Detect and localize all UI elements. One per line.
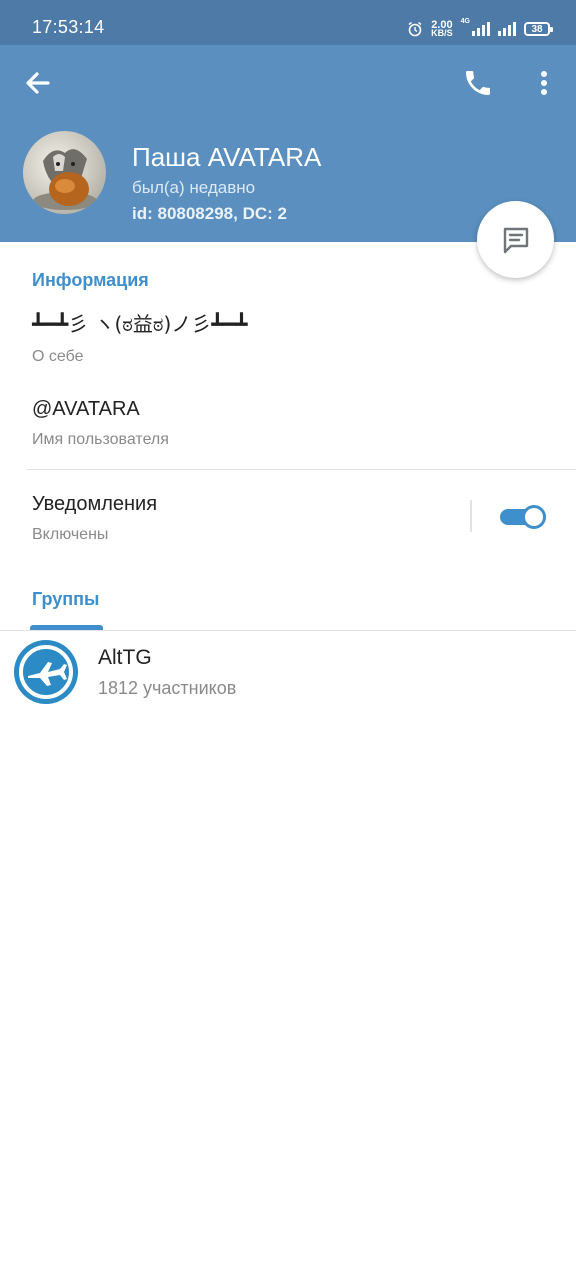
profile-name: Паша AVATARA: [132, 142, 322, 172]
signal-icon: [472, 22, 490, 36]
more-options-button[interactable]: [530, 67, 558, 99]
username-label: Имя пользователя: [32, 431, 169, 448]
more-vertical-icon: [541, 71, 547, 95]
notifications-state: Включены: [32, 526, 109, 543]
battery-level: 38: [531, 23, 543, 35]
send-message-button[interactable]: [477, 201, 554, 278]
list-item[interactable]: AltTG 1812 участников: [0, 631, 576, 713]
group-members-count: 1812 участников: [98, 678, 237, 698]
toggle-divider: [470, 500, 472, 532]
profile-avatar[interactable]: [23, 131, 106, 214]
user-id: id: 80808298, DC: 2: [132, 204, 287, 223]
status-time: 17:53:14: [32, 17, 105, 37]
group-avatar: [14, 640, 78, 704]
phone-icon: [466, 71, 490, 95]
status-bar: 17:53:14 2.00 KB/S 4G 38: [0, 0, 576, 45]
bio-text[interactable]: ┻━┻彡 ヽ(ಠ益ಠ)ノ彡┻━┻: [32, 308, 247, 337]
back-button[interactable]: [22, 67, 54, 99]
alarm-icon: [408, 21, 422, 37]
last-seen-status: был(а) недавно: [132, 178, 256, 197]
tab-groups[interactable]: Группы: [32, 589, 99, 610]
bio-label: О себе: [32, 348, 84, 365]
message-icon: [503, 227, 528, 253]
info-section-title: Информация: [32, 270, 149, 290]
avatar-image: [33, 149, 97, 210]
notifications-title[interactable]: Уведомления: [32, 493, 157, 516]
call-button[interactable]: [462, 67, 494, 99]
divider: [27, 469, 576, 470]
group-name: AltTG: [98, 646, 152, 669]
status-indicators: 2.00 KB/S 4G 38: [407, 18, 553, 40]
battery-icon: 38: [524, 22, 553, 36]
username-text[interactable]: @AVATARA: [32, 398, 140, 421]
notifications-toggle[interactable]: [500, 503, 548, 531]
back-arrow-icon: [26, 72, 50, 94]
network-type: 4G: [460, 18, 470, 25]
signal-icon: [498, 22, 516, 36]
plane-icon: [16, 642, 76, 702]
network-speed: 2.00 KB/S: [431, 19, 453, 38]
